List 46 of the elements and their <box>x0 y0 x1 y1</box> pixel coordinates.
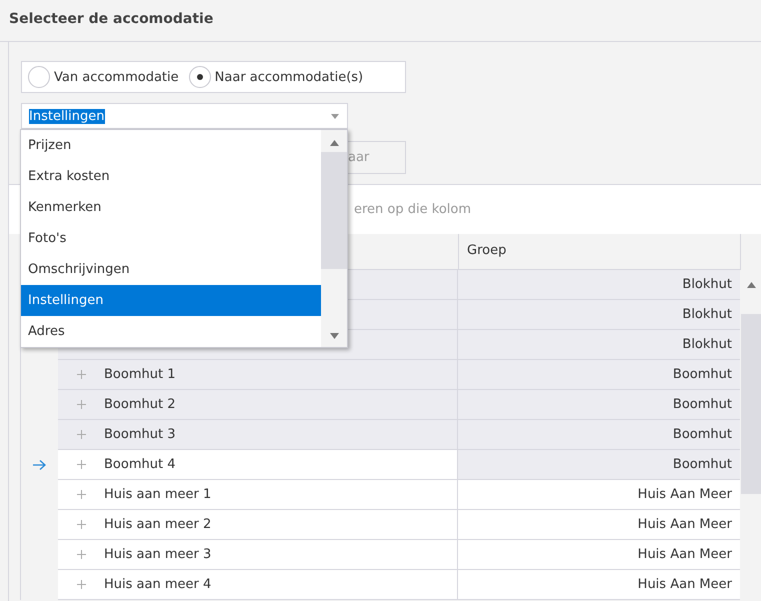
table-cell: Blokhut <box>682 337 732 352</box>
radio-option[interactable]: Naar accommodatie(s) <box>188 66 364 88</box>
group-panel-hint: eren op die kolom <box>354 202 472 217</box>
scroll-down-icon[interactable] <box>330 333 338 339</box>
table-cell: Huis aan meer 2 <box>104 517 212 532</box>
radio-icon[interactable] <box>188 66 211 88</box>
plus-icon[interactable] <box>76 490 86 499</box>
dropdown-item[interactable]: Adres <box>21 316 321 347</box>
scroll-thumb[interactable] <box>321 152 347 269</box>
arrow-right-icon <box>33 460 46 470</box>
dropdown-item[interactable]: Prijzen <box>21 130 321 161</box>
plus-icon[interactable] <box>76 370 86 379</box>
table-cell: Huis Aan Meer <box>638 517 732 532</box>
radio-icon[interactable] <box>28 66 50 88</box>
combo-value: Instellingen <box>29 108 105 124</box>
caret-icon[interactable] <box>331 114 339 119</box>
scroll-up-icon[interactable] <box>746 282 756 288</box>
dropdown-item[interactable]: Instellingen <box>21 285 321 316</box>
table-cell: Huis Aan Meer <box>638 547 732 562</box>
plus-icon[interactable] <box>76 550 86 559</box>
plus-icon[interactable] <box>76 580 86 589</box>
table-cell: Boomhut 4 <box>104 457 176 472</box>
plus-icon[interactable] <box>76 430 86 439</box>
scrollbar[interactable] <box>321 130 347 347</box>
table-cell: Boomhut 2 <box>104 397 176 412</box>
table-cell: Blokhut <box>682 277 732 292</box>
table-cell: Blokhut <box>682 307 732 322</box>
plus-icon[interactable] <box>76 460 86 469</box>
table-cell: Huis Aan Meer <box>638 487 732 502</box>
dialog-title: Selecteer de accomodatie <box>0 0 761 42</box>
table-cell: Huis aan meer 1 <box>104 487 212 502</box>
plus-icon[interactable] <box>76 520 86 529</box>
table-cell: Huis aan meer 4 <box>104 577 212 592</box>
table-cell: Boomhut <box>672 427 732 442</box>
table-cell: Boomhut 3 <box>104 427 176 442</box>
table-cell: Huis Aan Meer <box>638 577 732 592</box>
table-cell: Huis aan meer 3 <box>104 547 212 562</box>
table-cell: Boomhut 1 <box>104 367 176 382</box>
plus-icon[interactable] <box>76 400 86 409</box>
table-cell: Boomhut <box>672 397 732 412</box>
table-cell: Boomhut <box>672 457 732 472</box>
table-cell: Boomhut <box>672 367 732 382</box>
scroll-up-icon[interactable] <box>330 140 338 146</box>
radio-option[interactable]: Van accommodatie <box>28 66 179 88</box>
combo-box[interactable]: Instellingen <box>21 103 348 129</box>
scroll-thumb[interactable] <box>741 314 761 494</box>
